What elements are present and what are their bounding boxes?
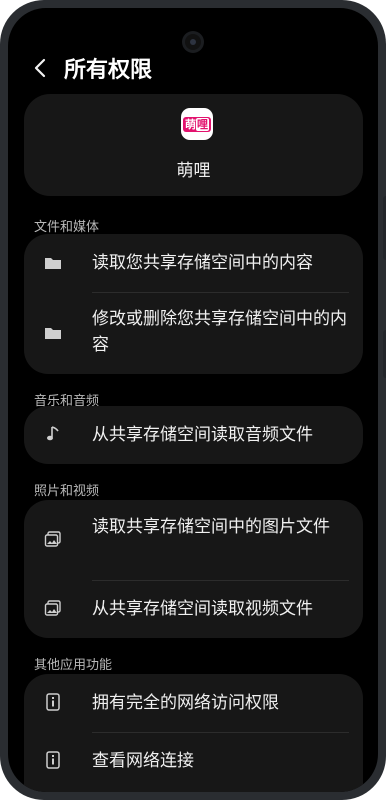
back-button[interactable] xyxy=(26,54,54,82)
music-note-icon xyxy=(44,425,62,443)
app-icon-char-a: 萌 xyxy=(185,117,196,131)
front-camera xyxy=(185,34,201,50)
permission-label: 读取您共享存储空间中的内容 xyxy=(92,253,313,273)
section-title-other: 其他应用功能 xyxy=(34,658,113,673)
image-icon xyxy=(44,599,62,617)
section-title-photos: 照片和视频 xyxy=(34,484,100,499)
permission-row[interactable]: 读取共享存储空间中的图片文件 xyxy=(24,500,363,580)
back-arrow-icon xyxy=(34,58,46,78)
permission-row[interactable]: 查看网络连接 xyxy=(24,732,363,790)
permission-label: 读取共享存储空间中的图片文件 xyxy=(92,517,330,537)
info-icon xyxy=(44,693,62,711)
permission-row[interactable]: 拥有完全的网络访问权限 xyxy=(24,674,363,732)
permission-row[interactable]: 从共享存储空间读取音频文件 xyxy=(24,406,363,464)
permission-label: 修改或删除您共享存储空间中的内容 xyxy=(92,309,347,355)
card-other: 拥有完全的网络访问权限 查看网络连接 xyxy=(24,674,363,792)
permission-row[interactable]: 修改或删除您共享存储空间中的内容 xyxy=(24,292,363,374)
image-icon xyxy=(44,530,62,548)
card-files: 读取您共享存储空间中的内容 修改或删除您共享存储空间中的内容 xyxy=(24,234,363,374)
info-icon xyxy=(44,751,62,769)
folder-icon xyxy=(44,324,62,342)
app-icon-char-b: 哩 xyxy=(196,117,209,131)
phone-frame: 所有权限 萌哩 萌哩 文件和媒体 读取您共享存储空间中的内容 修改或删除您共享存… xyxy=(0,0,386,800)
app-bar: 所有权限 xyxy=(26,52,152,84)
screen: 所有权限 萌哩 萌哩 文件和媒体 读取您共享存储空间中的内容 修改或删除您共享存… xyxy=(8,8,378,792)
permission-label: 查看网络连接 xyxy=(92,751,194,771)
card-photos: 读取共享存储空间中的图片文件 从共享存储空间读取视频文件 xyxy=(24,500,363,638)
app-icon: 萌哩 xyxy=(181,108,213,140)
permission-row[interactable]: 从共享存储空间读取视频文件 xyxy=(24,580,363,638)
section-title-files: 文件和媒体 xyxy=(34,220,100,235)
card-audio: 从共享存储空间读取音频文件 xyxy=(24,406,363,464)
permission-row[interactable]: 读取您共享存储空间中的内容 xyxy=(24,234,363,292)
app-info-card: 萌哩 萌哩 xyxy=(24,94,363,196)
permission-label: 从共享存储空间读取音频文件 xyxy=(92,425,313,445)
permission-label: 拥有完全的网络访问权限 xyxy=(92,693,279,713)
page-title: 所有权限 xyxy=(64,58,153,83)
app-name: 萌哩 xyxy=(176,161,211,181)
permission-label: 从共享存储空间读取视频文件 xyxy=(92,599,313,619)
folder-icon xyxy=(44,254,62,272)
